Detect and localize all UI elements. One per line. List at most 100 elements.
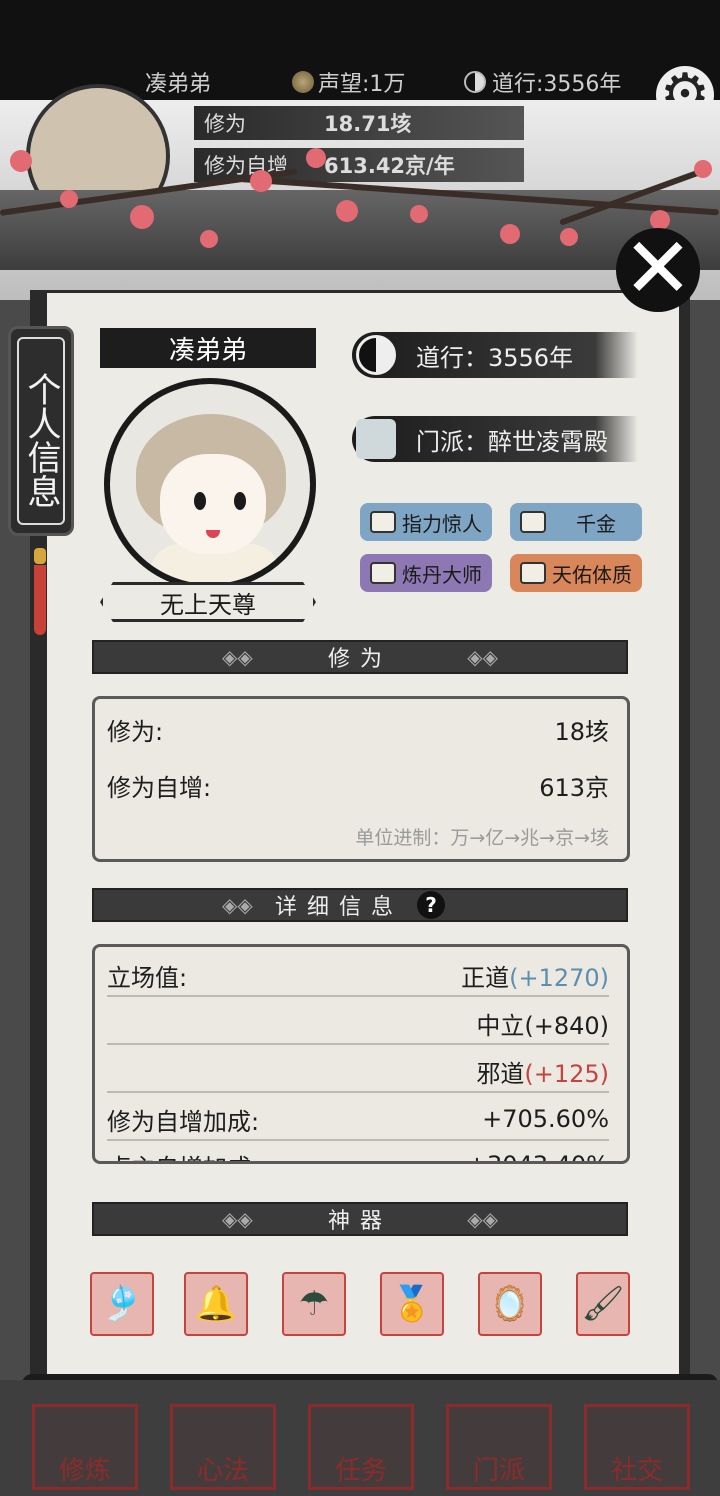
fist-icon — [520, 562, 546, 584]
cultivation-label: 修为: — [107, 717, 164, 746]
badge-thousand-gold[interactable]: 千金 — [510, 503, 642, 541]
plum-blossom — [500, 224, 520, 244]
plum-blossom — [130, 205, 154, 229]
dao-label: 道行:3556年 — [492, 72, 622, 97]
plum-blossom — [336, 200, 358, 222]
unit-hint: 单位进制：万→亿→兆→京→垓 — [355, 827, 609, 849]
fame-coin-icon — [292, 71, 314, 93]
stance-name: 邪道 — [476, 1059, 525, 1088]
artifact-slot-fan[interactable]: 🎐 — [90, 1272, 154, 1336]
rank-title-plate: 无上天尊 — [100, 582, 316, 622]
stance-name: 中立 — [476, 1011, 525, 1040]
yin-yang-icon — [464, 71, 486, 93]
artifact-slot-mirror[interactable]: 🪞 — [478, 1272, 542, 1336]
nav-label: 任务 — [334, 1456, 387, 1486]
sect-text: 门派：醉世凌霄殿 — [416, 427, 608, 456]
close-icon[interactable]: ✕ — [616, 226, 700, 312]
plum-blossom — [560, 228, 578, 246]
badge-label: 炼丹大师 — [402, 562, 482, 587]
portrait-eye — [234, 492, 246, 510]
diamond-ornament-icon: ◈◈ — [222, 645, 253, 669]
stance-value: (+125) — [524, 1059, 609, 1088]
daoxing-text: 道行：3556年 — [416, 343, 574, 372]
fan-icon: 🎐 — [100, 1284, 144, 1324]
plum-blossom — [10, 150, 32, 172]
top-player-name: 凑弟弟 — [145, 72, 212, 97]
cultivation-box: 修为: 18垓 修为自增: 613京 单位进制：万→亿→兆→京→垓 — [92, 696, 630, 862]
background-cultivation-value: 18.71垓 — [324, 112, 412, 136]
token-icon: 🏅 — [390, 1284, 434, 1324]
diamond-ornament-icon: ◈◈ — [222, 893, 253, 917]
plum-blossom — [200, 230, 218, 248]
plum-blossom — [694, 160, 712, 178]
partial-bonus-value: +3043.40% — [467, 1151, 609, 1161]
stance-righteous: 正道(+1270) — [461, 958, 609, 993]
nav-technique[interactable]: 心法 — [170, 1404, 276, 1490]
badge-label: 天佑体质 — [552, 562, 632, 587]
nav-cultivate[interactable]: 修炼 — [32, 1404, 138, 1490]
brush-icon: 🖌 — [581, 1284, 625, 1324]
portrait-eye — [194, 492, 206, 510]
nav-label: 门派 — [472, 1456, 525, 1486]
plum-blossom — [250, 170, 272, 192]
nav-sect[interactable]: 门派 — [446, 1404, 552, 1490]
growth-bonus-label: 修为自增加成: — [107, 1107, 260, 1136]
help-icon[interactable]: ? — [417, 891, 445, 919]
scroll-icon — [370, 511, 396, 533]
nav-label: 社交 — [610, 1456, 663, 1486]
background-cultivation-label: 修为 — [204, 112, 246, 136]
umbrella-icon: ☂ — [298, 1284, 330, 1324]
detail-section-header: ◈◈ 详细信息 ? — [92, 888, 628, 922]
nav-social[interactable]: 社交 — [584, 1404, 690, 1490]
side-tab-label: 个人信息 — [17, 337, 65, 525]
artifact-slot-token[interactable]: 🏅 — [380, 1272, 444, 1336]
diamond-ornament-icon: ◈◈ — [222, 1207, 253, 1231]
detail-section-title: 详细信息 — [274, 895, 403, 920]
stance-evil: 邪道(+125) — [476, 1054, 609, 1089]
background-growth-value: 613.42京/年 — [324, 154, 455, 178]
stance-value: (+840) — [524, 1011, 609, 1040]
plum-blossom — [60, 190, 78, 208]
artifact-section-title: 神器 — [327, 1209, 392, 1234]
tassel — [34, 565, 46, 635]
badge-alchemy-master[interactable]: 炼丹大师 — [360, 554, 492, 592]
stance-neutral: 中立(+840) — [476, 1006, 609, 1041]
artifact-section-header: ◈◈ 神器 ◈◈ — [92, 1202, 628, 1236]
badge-label: 指力惊人 — [402, 511, 482, 536]
bell-icon: 🔔 — [194, 1284, 238, 1324]
diamond-ornament-icon: ◈◈ — [467, 1207, 498, 1231]
badge-label: 千金 — [576, 511, 616, 536]
fame-display: 声望:1万 — [292, 66, 405, 98]
cultivation-row: 修为: 18垓 — [107, 709, 609, 749]
nav-quest[interactable]: 任务 — [308, 1404, 414, 1490]
cultivation-growth-label: 修为自增: — [107, 773, 212, 802]
fame-label: 声望:1万 — [318, 72, 406, 97]
cultivation-growth-value: 613京 — [539, 773, 609, 802]
partial-bonus-row: 卢主自增加成: +3043.40% — [107, 1145, 609, 1161]
scroll-icon — [370, 562, 396, 584]
badge-blessed-physique[interactable]: 天佑体质 — [510, 554, 642, 592]
player-name-banner: 凑弟弟 — [100, 328, 316, 368]
tassel-knot — [34, 548, 46, 564]
side-tab-personal-info[interactable]: 个人信息 — [8, 326, 74, 536]
portrait-face — [160, 454, 266, 554]
daoxing-row: 道行：3556年 — [352, 332, 638, 378]
mirror-icon: 🪞 — [488, 1284, 532, 1324]
cultivation-value: 18垓 — [554, 717, 609, 746]
money-bag-icon — [520, 511, 546, 533]
player-portrait — [104, 378, 316, 590]
stance-label: 立场值: — [107, 963, 188, 992]
stance-name: 正道 — [461, 963, 510, 992]
cultivation-growth-row: 修为自增: 613京 — [107, 765, 609, 805]
stance-value: (+1270) — [509, 963, 609, 992]
plum-blossom — [306, 148, 326, 168]
plum-blossom — [410, 205, 428, 223]
artifact-slot-bell[interactable]: 🔔 — [184, 1272, 248, 1336]
dao-display: 道行:3556年 — [464, 66, 621, 98]
badge-finger-strength[interactable]: 指力惊人 — [360, 503, 492, 541]
growth-bonus-row: 修为自增加成: +705.60% — [107, 1099, 609, 1141]
detail-box[interactable]: 立场值: 正道(+1270) 中立(+840) 邪道(+125) 修为自增加成:… — [92, 944, 630, 1164]
palace-icon — [356, 419, 396, 459]
artifact-slot-umbrella[interactable]: ☂ — [282, 1272, 346, 1336]
artifact-slot-brush[interactable]: 🖌 — [576, 1272, 630, 1336]
